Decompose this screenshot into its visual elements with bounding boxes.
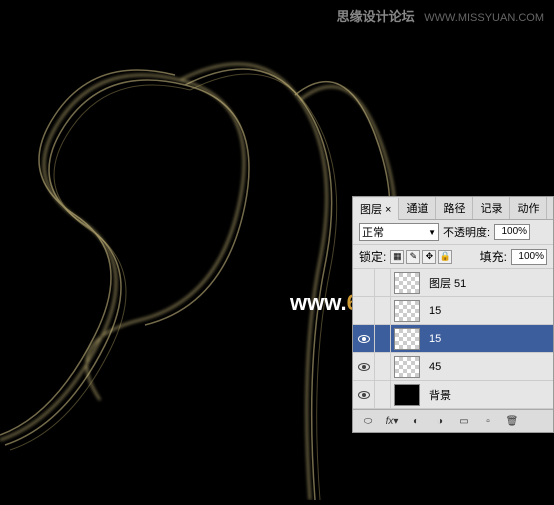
panel-footer: ⬭ fx▾ ◐ ◑ ▭ ▫ 🗑	[353, 409, 553, 432]
eye-icon	[358, 363, 370, 371]
lock-fill-row: 锁定: ▦ ✎ ✥ 🔒 填充: 100%	[353, 245, 553, 269]
top-watermark-url: WWW.MISSYUAN.COM	[424, 12, 544, 24]
layer-row[interactable]: 图层 51	[353, 269, 553, 297]
link-col[interactable]	[375, 381, 391, 408]
layer-row[interactable]: 15	[353, 297, 553, 325]
opacity-input[interactable]: 100%	[494, 224, 530, 240]
lock-label: 锁定:	[359, 248, 386, 265]
layer-thumbnail[interactable]	[394, 272, 420, 294]
group-icon[interactable]: ▭	[455, 414, 473, 428]
visibility-toggle[interactable]	[353, 353, 375, 380]
fill-label: 填充:	[480, 248, 507, 265]
lock-pixels-icon[interactable]: ✎	[406, 250, 420, 264]
new-layer-icon[interactable]: ▫	[479, 414, 497, 428]
link-col[interactable]	[375, 297, 391, 324]
layer-thumbnail[interactable]	[394, 384, 420, 406]
eye-icon	[358, 391, 370, 399]
eye-icon	[358, 335, 370, 343]
trash-icon[interactable]: 🗑	[503, 414, 521, 428]
adjustment-icon[interactable]: ◑	[431, 414, 449, 428]
tab-actions[interactable]: 动作	[510, 197, 547, 219]
tab-paths[interactable]: 路径	[436, 197, 473, 219]
visibility-toggle[interactable]	[353, 269, 375, 296]
layer-thumbnail[interactable]	[394, 328, 420, 350]
layer-name[interactable]: 45	[423, 361, 553, 373]
tab-history[interactable]: 记录	[473, 197, 510, 219]
visibility-toggle[interactable]	[353, 381, 375, 408]
link-col[interactable]	[375, 269, 391, 296]
layers-panel: 图层 × 通道 路径 记录 动作 正常 ▼ 不透明度: 100% 锁定: ▦ ✎…	[352, 196, 554, 433]
layer-row[interactable]: 15	[353, 325, 553, 353]
opacity-label: 不透明度:	[443, 224, 490, 240]
visibility-toggle[interactable]	[353, 297, 375, 324]
blend-opacity-row: 正常 ▼ 不透明度: 100%	[353, 220, 553, 245]
link-layers-icon[interactable]: ⬭	[359, 414, 377, 428]
top-watermark: 思缘设计论坛 WWW.MISSYUAN.COM	[337, 6, 544, 25]
layer-name[interactable]: 背景	[423, 387, 553, 403]
layer-name[interactable]: 15	[423, 333, 553, 345]
layer-thumbnail[interactable]	[394, 356, 420, 378]
tab-channels[interactable]: 通道	[399, 197, 436, 219]
chevron-down-icon: ▼	[428, 228, 436, 237]
panel-tabs: 图层 × 通道 路径 记录 动作	[353, 197, 553, 220]
lock-position-icon[interactable]: ✥	[422, 250, 436, 264]
layer-list: 图层 51 15 15 45 背景	[353, 269, 553, 409]
layer-row[interactable]: 45	[353, 353, 553, 381]
link-col[interactable]	[375, 325, 391, 352]
fill-input[interactable]: 100%	[511, 249, 547, 265]
lock-transparency-icon[interactable]: ▦	[390, 250, 404, 264]
tab-layers[interactable]: 图层 ×	[353, 198, 399, 220]
top-watermark-text: 思缘设计论坛	[337, 9, 415, 24]
blend-mode-select[interactable]: 正常 ▼	[359, 223, 439, 241]
lock-all-icon[interactable]: 🔒	[438, 250, 452, 264]
mask-icon[interactable]: ◐	[407, 414, 425, 428]
link-col[interactable]	[375, 353, 391, 380]
layer-name[interactable]: 15	[423, 305, 553, 317]
fx-icon[interactable]: fx▾	[383, 414, 401, 428]
layer-name[interactable]: 图层 51	[423, 275, 553, 291]
layer-row[interactable]: 背景	[353, 381, 553, 409]
layer-thumbnail[interactable]	[394, 300, 420, 322]
visibility-toggle[interactable]	[353, 325, 375, 352]
